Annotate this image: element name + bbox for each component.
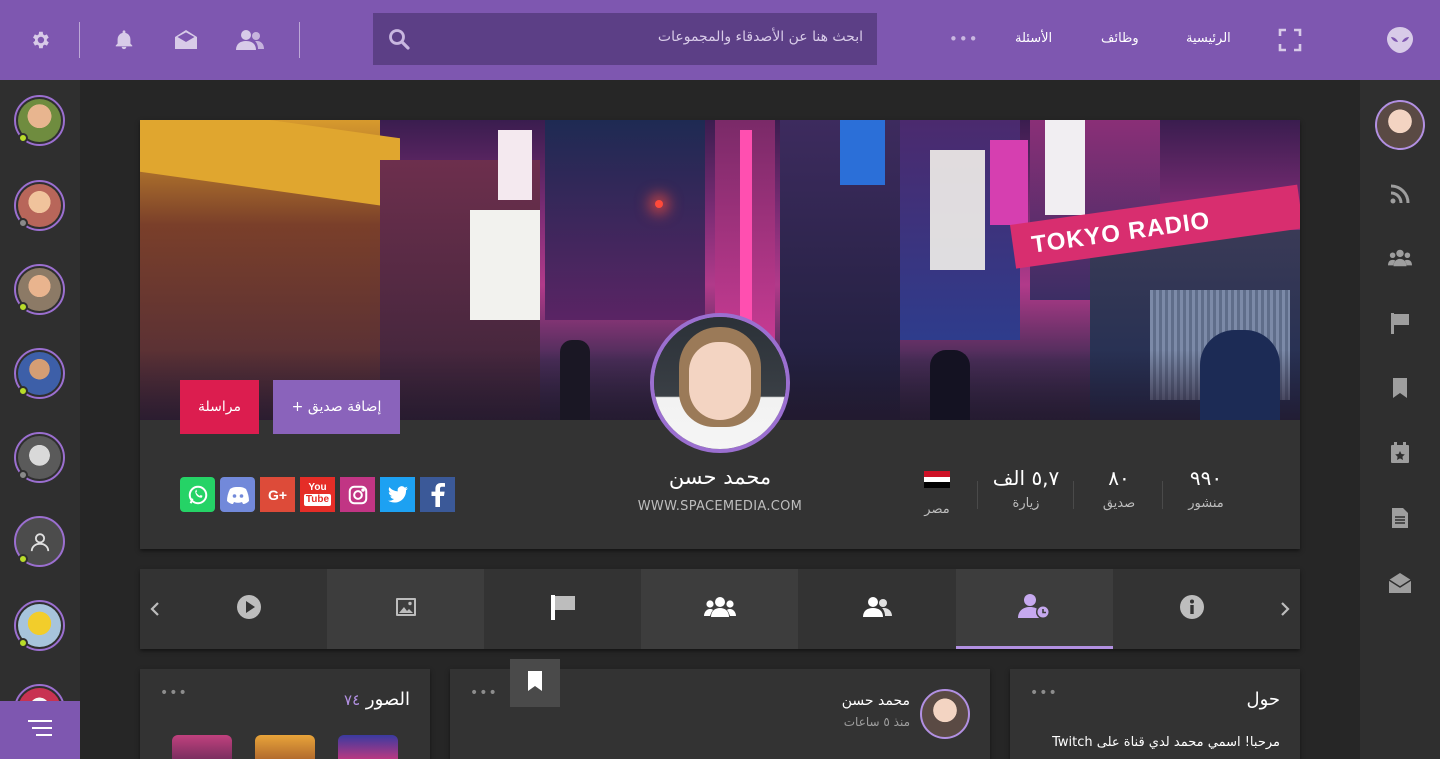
friends-icon bbox=[861, 596, 893, 622]
nav-jobs[interactable]: وظائف bbox=[1101, 31, 1139, 46]
calendar-star-icon[interactable] bbox=[1388, 441, 1412, 465]
nav-questions[interactable]: الأسئلة bbox=[1015, 31, 1052, 46]
offline-status-dot bbox=[18, 470, 28, 480]
top-bar: ابحث هنا عن الأصدقاء والمجموعات ••• الأس… bbox=[0, 0, 1440, 80]
about-menu-button[interactable]: ••• bbox=[1030, 685, 1058, 701]
stat-value: ٩٩٠ bbox=[1189, 466, 1223, 490]
bookmark-icon bbox=[527, 670, 543, 696]
info-icon bbox=[1179, 594, 1205, 624]
search-icon[interactable] bbox=[387, 27, 411, 55]
search-box[interactable]: ابحث هنا عن الأصدقاء والمجموعات bbox=[373, 13, 877, 65]
flag-icon[interactable] bbox=[1388, 311, 1412, 335]
offline-status-dot bbox=[18, 218, 28, 228]
about-text: مرحبا! اسمي محمد لدي قناة على Twitch bbox=[1052, 735, 1280, 750]
divider bbox=[977, 481, 978, 509]
document-icon[interactable] bbox=[1388, 506, 1412, 530]
tab-timeline[interactable] bbox=[956, 569, 1113, 649]
online-status-dot bbox=[18, 638, 28, 648]
photos-panel: ••• الصور ٧٤ bbox=[140, 669, 430, 759]
tab-about[interactable] bbox=[1113, 569, 1270, 649]
bookmark-icon[interactable] bbox=[1388, 376, 1412, 400]
bell-icon[interactable] bbox=[110, 26, 138, 54]
post-author-name[interactable]: محمد حسن bbox=[842, 693, 910, 709]
post-author-avatar[interactable] bbox=[920, 689, 970, 739]
profile-card: TOKYO RADIO مراسلة إضافة صديق + محمد حسن… bbox=[140, 120, 1300, 549]
add-friend-button[interactable]: إضافة صديق + bbox=[273, 380, 400, 434]
gear-icon[interactable] bbox=[26, 26, 54, 54]
stat-label: منشور bbox=[1188, 496, 1224, 511]
fullscreen-icon[interactable] bbox=[1276, 26, 1304, 54]
photo-thumbnail[interactable] bbox=[255, 735, 315, 759]
discord-icon[interactable] bbox=[220, 477, 255, 512]
google-plus-icon[interactable]: G+ bbox=[260, 477, 295, 512]
groups-icon bbox=[703, 596, 736, 622]
about-title: حول bbox=[1246, 689, 1280, 710]
image-icon bbox=[395, 597, 417, 621]
flag-icon bbox=[550, 594, 576, 624]
profile-avatar[interactable] bbox=[650, 313, 790, 453]
profile-tabs bbox=[140, 569, 1300, 649]
about-panel: ••• حول مرحبا! اسمي محمد لدي قناة على Tw… bbox=[1010, 669, 1300, 759]
divider bbox=[1162, 481, 1163, 509]
twitter-icon[interactable] bbox=[380, 477, 415, 512]
groups-icon[interactable] bbox=[1388, 246, 1412, 270]
tab-photos[interactable] bbox=[327, 569, 484, 649]
nav-home[interactable]: الرئيسية bbox=[1186, 31, 1231, 46]
chevron-left-icon[interactable] bbox=[145, 597, 165, 621]
photos-title-label: الصور bbox=[365, 689, 410, 710]
rss-icon[interactable] bbox=[1388, 182, 1412, 206]
user-avatar[interactable] bbox=[1375, 100, 1425, 150]
stat-value: ٥,٧ الف bbox=[992, 466, 1060, 490]
search-input[interactable]: ابحث هنا عن الأصدقاء والمجموعات bbox=[658, 29, 863, 45]
youtube-icon[interactable]: You Tube bbox=[300, 477, 335, 512]
tab-videos[interactable] bbox=[170, 569, 327, 649]
divider bbox=[299, 22, 300, 58]
tab-friends[interactable] bbox=[798, 569, 955, 649]
more-menu-button[interactable]: ••• bbox=[949, 30, 979, 48]
profile-website[interactable]: WWW.SPACEMEDIA.COM bbox=[620, 499, 820, 514]
chevron-right-icon[interactable] bbox=[1275, 597, 1295, 621]
stat-posts: ٩٩٠ منشور bbox=[1178, 466, 1234, 511]
stat-value: ٨٠ bbox=[1108, 466, 1130, 490]
instagram-icon[interactable] bbox=[340, 477, 375, 512]
photos-title: الصور ٧٤ bbox=[344, 689, 410, 710]
photos-count: ٧٤ bbox=[344, 691, 361, 709]
divider bbox=[1073, 481, 1074, 509]
facebook-icon[interactable] bbox=[420, 477, 455, 512]
play-circle-icon bbox=[236, 594, 262, 624]
stat-visits: ٥,٧ الف زيارة bbox=[985, 466, 1067, 511]
profile-name: محمد حسن bbox=[668, 465, 772, 489]
panel-menu-button[interactable]: ••• bbox=[160, 685, 188, 701]
photo-thumbnail[interactable] bbox=[172, 735, 232, 759]
online-status-dot bbox=[18, 302, 28, 312]
online-status-dot bbox=[18, 386, 28, 396]
whatsapp-icon[interactable] bbox=[180, 477, 215, 512]
menu-button[interactable] bbox=[0, 701, 80, 759]
envelope-icon[interactable] bbox=[172, 26, 200, 54]
divider bbox=[79, 22, 80, 58]
post-time: منذ ٥ ساعات bbox=[843, 715, 910, 729]
menu-icon[interactable] bbox=[28, 719, 52, 741]
tab-pages[interactable] bbox=[484, 569, 641, 649]
right-sidebar bbox=[1360, 80, 1440, 759]
friends-icon[interactable] bbox=[236, 26, 264, 54]
post-bookmark-button[interactable] bbox=[510, 659, 560, 707]
alien-logo-icon[interactable] bbox=[1385, 26, 1415, 54]
message-button[interactable]: مراسلة bbox=[180, 380, 259, 434]
stat-label: صديق bbox=[1102, 496, 1136, 511]
user-clock-icon bbox=[1017, 593, 1052, 623]
online-status-dot bbox=[18, 133, 28, 143]
open-envelope-icon[interactable] bbox=[1388, 571, 1412, 595]
left-sidebar bbox=[0, 80, 80, 759]
tab-groups[interactable] bbox=[641, 569, 798, 649]
photo-thumbnail[interactable] bbox=[338, 735, 398, 759]
country-label: مصر bbox=[924, 502, 950, 517]
post-menu-button[interactable]: ••• bbox=[470, 685, 498, 701]
stat-friends: ٨٠ صديق bbox=[1091, 466, 1147, 511]
stat-country: مصر bbox=[912, 496, 962, 517]
stat-label: زيارة bbox=[1012, 496, 1040, 511]
egypt-flag-icon bbox=[924, 471, 950, 488]
online-status-dot bbox=[18, 554, 28, 564]
